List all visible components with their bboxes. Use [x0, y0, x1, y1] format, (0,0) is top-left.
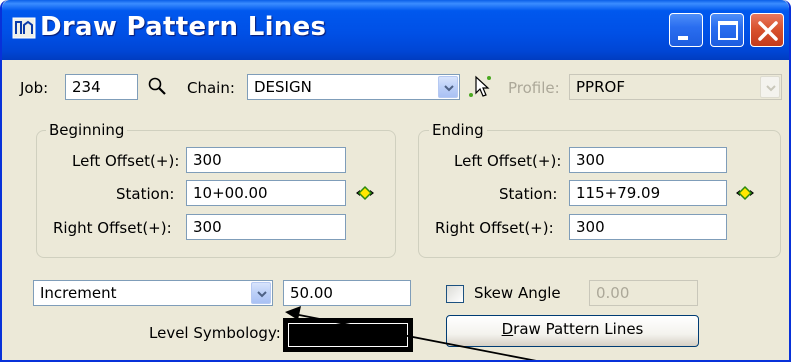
chain-select[interactable]: DESIGN — [247, 74, 460, 100]
ending-station-input[interactable]: 115+79.09 — [569, 180, 727, 206]
job-input[interactable]: 234 — [65, 74, 138, 100]
level-symbology-swatch[interactable] — [283, 318, 413, 352]
beginning-station-label: Station: — [116, 185, 175, 203]
profile-label: Profile: — [508, 79, 560, 97]
ending-left-offset-label: Left Offset(+): — [454, 152, 562, 170]
close-button[interactable] — [750, 13, 784, 47]
increment-input[interactable]: 50.00 — [283, 280, 411, 306]
beginning-left-offset-input[interactable]: 300 — [186, 147, 346, 173]
chevron-down-icon — [766, 85, 776, 92]
title-bar[interactable]: Draw Pattern Lines — [2, 0, 789, 60]
beginning-right-offset-input[interactable]: 300 — [186, 214, 346, 240]
minimize-button[interactable] — [669, 13, 703, 47]
skew-angle-checkbox[interactable] — [446, 285, 464, 303]
mode-dropdown-button[interactable] — [251, 282, 271, 304]
chain-select-value: DESIGN — [254, 78, 312, 96]
pick-element-icon[interactable] — [467, 73, 495, 101]
draw-button-label: raw Pattern Lines — [513, 320, 644, 338]
skew-angle-label[interactable]: Skew Angle — [474, 284, 561, 302]
job-label: Job: — [20, 79, 49, 97]
chain-label: Chain: — [187, 79, 235, 97]
window-title: Draw Pattern Lines — [40, 12, 327, 42]
draw-button-mnemonic: D — [501, 320, 514, 338]
level-symbology-label: Level Symbology: — [149, 324, 281, 342]
profile-dropdown-button — [760, 76, 780, 98]
beginning-left-offset-label: Left Offset(+): — [72, 152, 180, 170]
ending-right-offset-input[interactable]: 300 — [569, 214, 727, 240]
ending-left-offset-input[interactable]: 300 — [569, 147, 727, 173]
maximize-button[interactable] — [710, 13, 744, 47]
profile-select-value: PPROF — [576, 78, 625, 96]
chevron-down-icon — [257, 291, 267, 298]
ending-station-label: Station: — [499, 185, 558, 203]
locate-point-icon[interactable] — [354, 184, 376, 202]
mode-select-value: Increment — [40, 284, 117, 302]
close-icon — [758, 21, 778, 41]
beginning-group-title: Beginning — [46, 121, 128, 139]
draw-pattern-lines-window: Draw Pattern Lines Job: 234 Chain: DESIG… — [0, 0, 791, 362]
profile-select: PPROF — [569, 74, 782, 100]
ending-group-title: Ending — [429, 121, 487, 139]
maximize-icon — [718, 21, 738, 40]
draw-pattern-lines-button[interactable]: Draw Pattern Lines — [446, 315, 699, 347]
mode-select[interactable]: Increment — [33, 280, 273, 306]
skew-angle-input: 0.00 — [589, 280, 698, 306]
search-icon[interactable] — [146, 75, 168, 97]
level-symbology-swatch-inner — [288, 323, 408, 347]
ending-right-offset-label: Right Offset(+): — [435, 219, 554, 237]
app-icon — [12, 17, 36, 39]
locate-point-icon[interactable] — [734, 184, 756, 202]
chain-dropdown-button[interactable] — [438, 76, 458, 98]
minimize-icon — [678, 36, 688, 40]
beginning-station-input[interactable]: 10+00.00 — [186, 180, 346, 206]
beginning-right-offset-label: Right Offset(+): — [53, 219, 172, 237]
chevron-down-icon — [444, 85, 454, 92]
